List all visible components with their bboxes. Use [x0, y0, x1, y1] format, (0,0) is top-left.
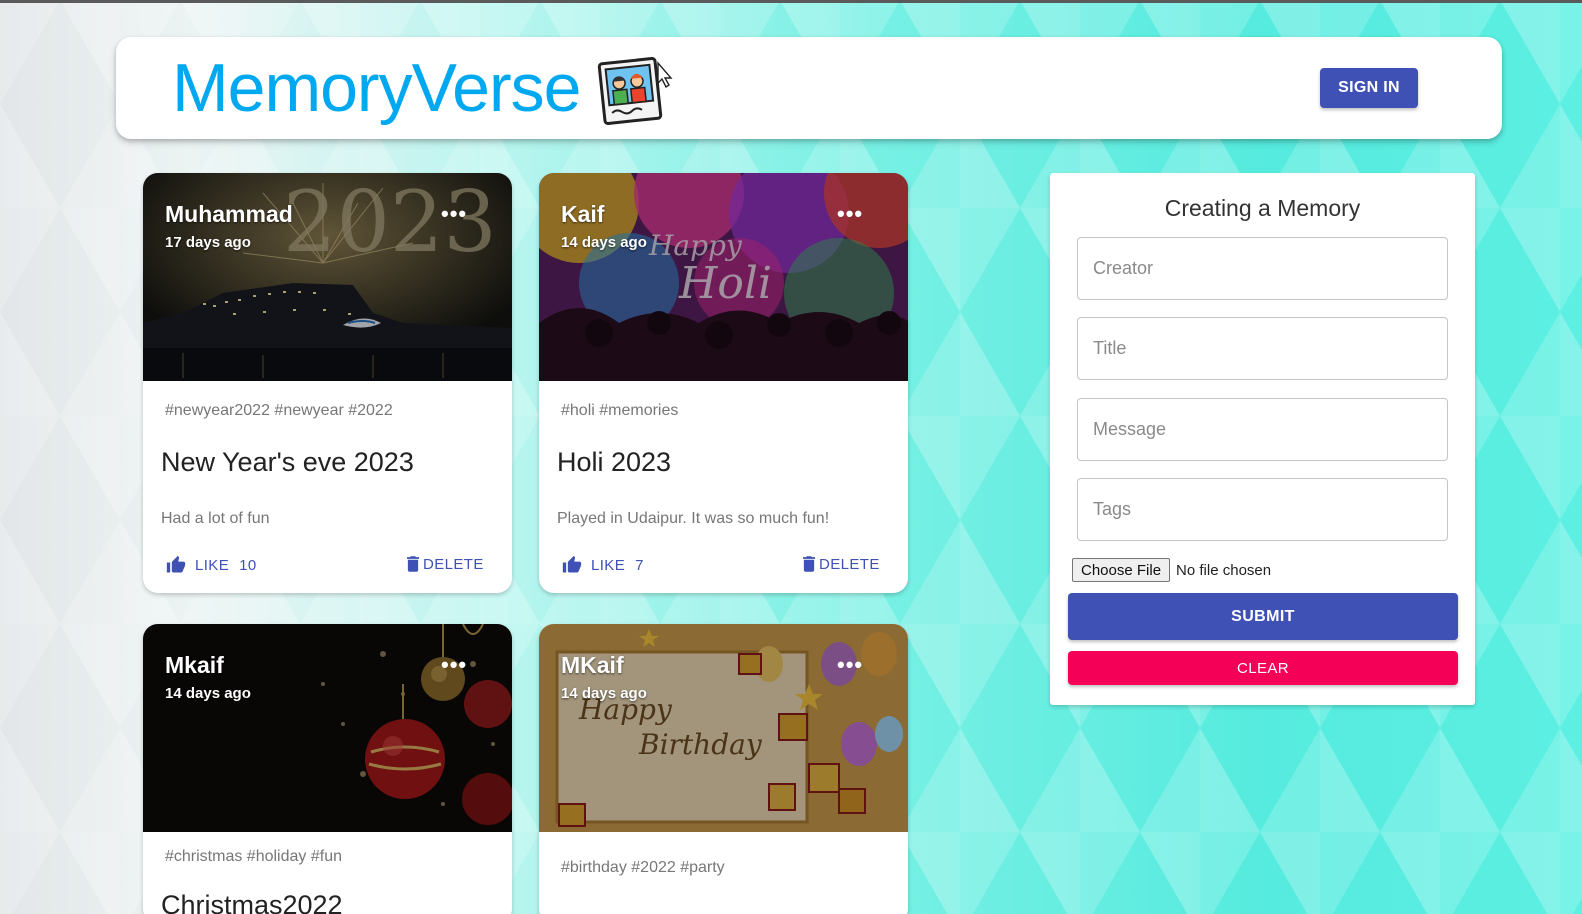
more-options-icon[interactable]: ••• — [837, 201, 863, 227]
message-field — [1077, 398, 1448, 461]
post-time: 14 days ago — [165, 685, 251, 702]
memory-card: Happy Holi Kaif 14 days ago ••• #holi #m… — [539, 173, 908, 593]
delete-label: DELETE — [423, 555, 484, 573]
file-picker: Choose File No file chosen — [1072, 558, 1271, 582]
post-time: 14 days ago — [561, 685, 647, 702]
tags-field — [1077, 478, 1448, 541]
message-input[interactable] — [1078, 399, 1447, 460]
post-message: Had a lot of fun — [161, 510, 270, 527]
post-title: New Year's eve 2023 — [161, 447, 414, 477]
like-button[interactable]: LIKE 10 — [165, 555, 257, 575]
app-bar: MemoryVerse SIGN IN — [116, 37, 1502, 139]
sign-in-button[interactable]: SIGN IN — [1320, 68, 1418, 108]
thumb-up-icon — [166, 555, 186, 573]
card-image: Happy Holi Kaif 14 days ago ••• — [539, 173, 908, 381]
post-creator: Mkaif — [165, 652, 224, 678]
trash-icon — [407, 556, 419, 572]
form-title: Creating a Memory — [1164, 195, 1361, 221]
creator-input[interactable] — [1078, 238, 1447, 299]
post-tags: #christmas #holiday #fun — [165, 848, 342, 865]
trash-icon — [803, 556, 815, 572]
like-count: 7 — [635, 556, 644, 574]
thumb-up-icon — [562, 555, 582, 573]
more-options-icon[interactable]: ••• — [837, 652, 863, 678]
title-field — [1077, 317, 1448, 380]
post-tags: #birthday #2022 #party — [561, 859, 725, 876]
like-label: LIKE — [195, 556, 230, 574]
window-top-border — [0, 0, 1582, 3]
creator-field — [1077, 237, 1448, 300]
delete-button[interactable]: DELETE — [803, 555, 880, 573]
photo-frame-icon — [596, 55, 676, 125]
tags-input[interactable] — [1078, 479, 1447, 540]
card-image: Happy Birthday MKaif 14 days ago ••• — [539, 624, 908, 832]
like-button[interactable]: LIKE 7 — [561, 555, 644, 575]
post-tags: #holi #memories — [561, 402, 679, 419]
post-message: Played in Udaipur. It was so much fun! — [557, 510, 830, 527]
file-status: No file chosen — [1176, 561, 1272, 579]
memory-card: Mkaif 14 days ago ••• #christmas #holida… — [143, 624, 512, 914]
post-title: Holi 2023 — [557, 447, 672, 477]
delete-button[interactable]: DELETE — [407, 555, 484, 573]
memory-card: 2023 Muhammad 17 days ago ••• #newyear20… — [143, 173, 512, 593]
post-time: 17 days ago — [165, 234, 251, 251]
card-image: Mkaif 14 days ago ••• — [143, 624, 512, 832]
clear-button[interactable]: CLEAR — [1068, 651, 1458, 685]
brand-title[interactable]: MemoryVerse — [172, 49, 581, 127]
post-creator: Muhammad — [165, 201, 293, 227]
more-options-icon[interactable]: ••• — [441, 201, 467, 227]
like-count: 10 — [239, 556, 257, 574]
like-label: LIKE — [591, 556, 626, 574]
create-memory-form: Creating a Memory Choose File No file ch… — [1050, 173, 1475, 705]
more-options-icon[interactable]: ••• — [441, 652, 467, 678]
post-time: 14 days ago — [561, 234, 647, 251]
title-input[interactable] — [1078, 318, 1447, 379]
delete-label: DELETE — [819, 555, 880, 573]
memory-card: Happy Birthday MKaif 14 days ago ••• #bi… — [539, 624, 908, 914]
post-creator: MKaif — [561, 652, 624, 678]
post-title: Christmas2022 — [161, 890, 343, 914]
card-image: 2023 Muhammad 17 days ago ••• — [143, 173, 512, 381]
submit-button[interactable]: SUBMIT — [1068, 593, 1458, 640]
post-tags: #newyear2022 #newyear #2022 — [165, 402, 393, 419]
choose-file-button[interactable]: Choose File — [1072, 558, 1171, 582]
post-creator: Kaif — [561, 201, 605, 227]
